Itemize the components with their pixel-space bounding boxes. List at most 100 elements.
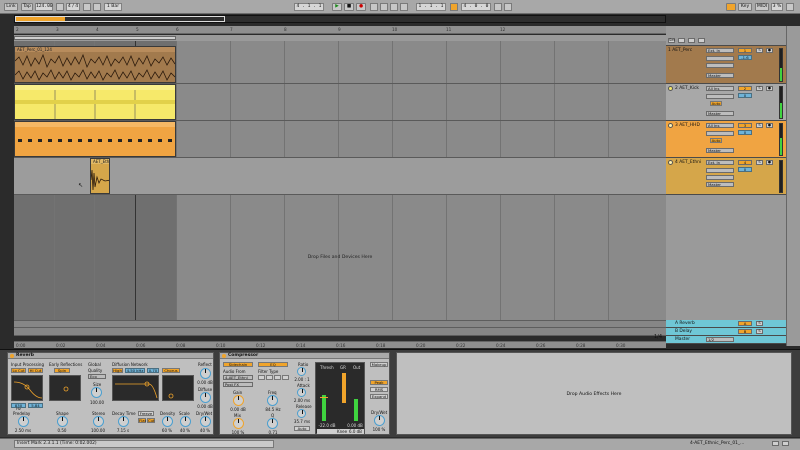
clip-hhd[interactable]: [14, 121, 176, 157]
clip-perc[interactable]: AET_Perc_01_124: [14, 46, 176, 83]
output-dropdown[interactable]: Master: [706, 111, 734, 116]
track-activator[interactable]: 4: [738, 160, 752, 165]
drywet-knob[interactable]: [200, 416, 211, 427]
overdub-icon[interactable]: [370, 3, 378, 11]
solo-button[interactable]: S: [756, 123, 763, 128]
track-lane-perc[interactable]: AET_Perc_01_124: [14, 46, 666, 84]
io-toggle-icon[interactable]: [678, 38, 685, 43]
chorus-toggle[interactable]: Chorus: [162, 368, 180, 373]
key-map-icon[interactable]: [726, 3, 736, 11]
draw-mode-icon[interactable]: [494, 3, 502, 11]
predelay-knob[interactable]: [18, 416, 29, 427]
high-value-field[interactable]: 0.70: [147, 368, 159, 373]
chorus-display[interactable]: [162, 375, 194, 401]
drop-audio-effects-area[interactable]: Drop Audio Effects Here: [396, 352, 792, 435]
cut-toggle[interactable]: Cut: [147, 418, 155, 423]
q-knob[interactable]: [267, 418, 278, 429]
track-activator[interactable]: 3: [738, 123, 752, 128]
metronome-toggle-icon[interactable]: [93, 3, 101, 11]
track-name[interactable]: 3 AET_HHD: [675, 123, 700, 128]
scale-knob[interactable]: [180, 416, 191, 427]
clip-view-toggle-icon[interactable]: [782, 441, 789, 446]
input-channel-dropdown[interactable]: [706, 94, 734, 99]
track-name[interactable]: 1 AET_Perc: [668, 48, 692, 53]
shape-knob[interactable]: [57, 416, 68, 427]
overview-viewport[interactable]: [15, 16, 225, 22]
track-activator[interactable]: 1: [738, 48, 752, 53]
device-title[interactable]: Compressor: [220, 353, 389, 359]
spin-toggle[interactable]: Spin: [54, 368, 70, 373]
knee-bar[interactable]: Knee 6.0 dB: [317, 429, 364, 434]
expand-toggle[interactable]: Expand: [370, 394, 388, 399]
set-button[interactable]: Set: [668, 38, 675, 43]
return-header-delay[interactable]: B Delay B S: [666, 328, 786, 336]
output-dropdown[interactable]: Master: [706, 148, 734, 153]
clip-launch-icon[interactable]: [668, 160, 673, 165]
tap-button[interactable]: Tap: [21, 3, 33, 11]
eq-toggle[interactable]: EQ: [258, 362, 288, 367]
release-knob[interactable]: [297, 409, 306, 418]
input-channel-dropdown[interactable]: [706, 56, 734, 61]
loop-start-field[interactable]: 1 . 1 . 1: [416, 3, 446, 11]
solo-button[interactable]: S: [756, 160, 763, 165]
output-dropdown[interactable]: Master: [706, 182, 734, 187]
arm-button[interactable]: ●: [766, 86, 773, 91]
return-name[interactable]: A Reverb: [675, 321, 695, 326]
attack-knob[interactable]: [297, 388, 306, 397]
play-icon[interactable]: ▶: [332, 3, 342, 11]
sends-toggle-icon[interactable]: [688, 38, 695, 43]
ratio-knob[interactable]: [297, 367, 306, 376]
key-map-button[interactable]: Key: [738, 3, 752, 11]
time-signature-field[interactable]: 4 / 4: [66, 3, 80, 11]
hi-cut-toggle[interactable]: Hi Cut: [28, 368, 43, 373]
track-header-hhd[interactable]: 3 AET_HHD All Ins Auto Master 3 0 S ●: [666, 121, 786, 158]
threshold-slider[interactable]: [320, 397, 328, 398]
quantize-dropdown[interactable]: 1 Bar: [104, 3, 122, 11]
filter-peak-icon[interactable]: [282, 375, 289, 380]
diffusion-display[interactable]: [112, 375, 159, 401]
device-view-toggle-icon[interactable]: [772, 441, 779, 446]
return-header-reverb[interactable]: A Reverb A S: [666, 320, 786, 328]
auto-release-toggle[interactable]: Auto: [294, 426, 310, 431]
clip-launch-icon[interactable]: [668, 86, 673, 91]
track-header-kick[interactable]: 2 AET_Kick All Ins Auto Master 2 0 S ●: [666, 84, 786, 121]
sidechain-toggle[interactable]: Sidechain: [223, 362, 253, 367]
return-activator[interactable]: A: [738, 321, 752, 326]
clip-launch-icon[interactable]: [668, 123, 673, 128]
drop-files-area[interactable]: Drop Files and Devices Here: [14, 195, 666, 320]
vertical-scrollbar[interactable]: [786, 26, 800, 346]
solo-button[interactable]: S: [756, 48, 763, 53]
audio-from-dropdown[interactable]: 4-AET_Ethni: [223, 375, 253, 380]
track-lane-hhd[interactable]: [14, 121, 666, 158]
track-activator[interactable]: 2: [738, 86, 752, 91]
clip-ethni[interactable]: AET_Ethn: [90, 158, 110, 194]
lo-cut-toggle[interactable]: Lo Cut: [11, 368, 26, 373]
input-channel-dropdown[interactable]: [706, 168, 734, 173]
drywet-knob[interactable]: [374, 415, 385, 426]
mixer-toggle-icon[interactable]: [698, 38, 705, 43]
solo-button[interactable]: S: [756, 329, 763, 334]
input-filter-display[interactable]: [11, 375, 43, 401]
clip-kick[interactable]: [14, 84, 176, 120]
volume-field[interactable]: 0: [738, 130, 752, 135]
return-activator[interactable]: B: [738, 329, 752, 334]
rms-toggle[interactable]: RMS: [370, 387, 388, 392]
freeze-toggle[interactable]: Freeze: [138, 411, 154, 416]
track-name[interactable]: 2 AET_Kick: [675, 86, 699, 91]
solo-button[interactable]: S: [756, 86, 763, 91]
filter-freq-field[interactable]: 830 Hz: [11, 403, 26, 410]
monitor-selector[interactable]: [706, 175, 734, 180]
automation-arm-icon[interactable]: [380, 3, 388, 11]
input-type-dropdown[interactable]: All Ins: [706, 123, 734, 128]
track-name[interactable]: 4 AET_Ethni: [675, 160, 701, 165]
loop-switch-icon[interactable]: [450, 3, 458, 11]
filter-highpass-icon[interactable]: [274, 375, 281, 380]
input-channel-dropdown[interactable]: [706, 131, 734, 136]
filter-width-field[interactable]: 5.84: [28, 403, 43, 408]
device-title[interactable]: Reverb: [8, 353, 213, 359]
time-ruler[interactable]: 0:00 0:02 0:04 0:06 0:08 0:10 0:12 0:14 …: [14, 341, 666, 348]
pulse-icon[interactable]: [83, 3, 91, 11]
solo-button[interactable]: S: [756, 321, 763, 326]
volume-field[interactable]: 0: [738, 93, 752, 98]
return-name[interactable]: B Delay: [675, 329, 692, 334]
